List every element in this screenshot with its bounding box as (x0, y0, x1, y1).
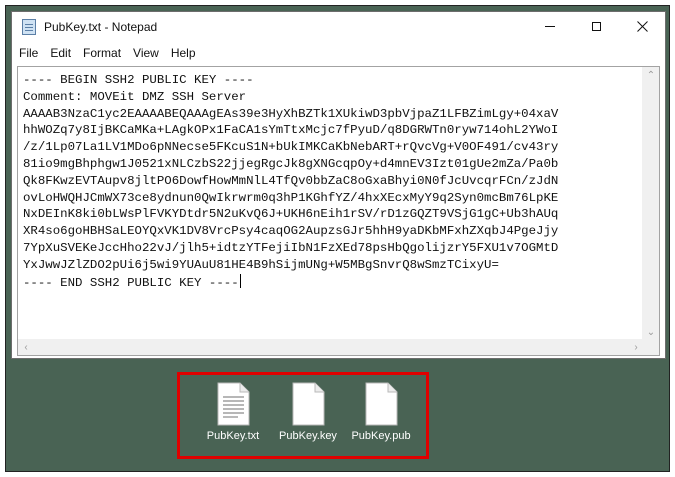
file-label: PubKey.pub (351, 430, 411, 442)
menu-help[interactable]: Help (165, 46, 202, 60)
scrollbar-corner (643, 339, 659, 355)
vertical-scrollbar[interactable]: ⌃ ⌄ (642, 67, 659, 340)
text-line: NxDEInK8ki0bLWsPlFVKYDtdr5N2uKvQ6J+UKH6n… (23, 207, 559, 222)
horizontal-scrollbar[interactable]: ‹ › (18, 339, 644, 355)
file-icon (292, 382, 325, 426)
text-file-icon (217, 382, 250, 426)
text-editor[interactable]: ---- BEGIN SSH2 PUBLIC KEY ---- Comment:… (17, 66, 660, 356)
text-line: AAAAB3NzaC1yc2EAAAABEQAAAgEAs39e3HyXhBZT… (23, 106, 559, 121)
maximize-icon (591, 22, 601, 31)
scroll-up-icon[interactable]: ⌃ (643, 67, 659, 83)
text-line: 7YpXuSVEKeJccHho22vJ/jlh5+idtzYTFejiIbN1… (23, 240, 559, 255)
notepad-icon (22, 18, 36, 35)
file-icon (365, 382, 398, 426)
text-line: 81io9mgBhphgw1J0521xNLCzbS22jjegRgcJk8gX… (23, 156, 559, 171)
maximize-button[interactable] (573, 12, 619, 41)
text-line: /z/1Lp07La1LV1MDo6pNNecse5FKcuS1N+bUkIMK… (23, 140, 559, 155)
text-line: YxJwwJZlZDO2pUi6j5wi9YUAuU81HE4B9hSijmUN… (23, 257, 499, 272)
menu-view[interactable]: View (127, 46, 165, 60)
desktop-file-key[interactable]: PubKey.key (268, 382, 348, 442)
text-line: XR4so6goHBHSaLEOYQxVK1DV8VrcPsy4caqOG2Au… (23, 224, 559, 239)
close-button[interactable] (619, 12, 665, 41)
menu-file[interactable]: File (12, 46, 44, 60)
text-line: Comment: MOVEit DMZ SSH Server (23, 89, 247, 104)
minimize-button[interactable] (527, 12, 573, 41)
close-icon (636, 21, 648, 32)
desktop-file-txt[interactable]: PubKey.txt (193, 382, 273, 442)
editor-content[interactable]: ---- BEGIN SSH2 PUBLIC KEY ---- Comment:… (18, 67, 644, 291)
scroll-left-icon[interactable]: ‹ (18, 339, 34, 355)
text-line: hhWOZq7y8IjBKCaMKa+LAgkOPx1FaCA1sYmTtxMc… (23, 123, 559, 138)
minimize-icon (545, 26, 555, 27)
window-title: PubKey.txt - Notepad (44, 19, 158, 34)
menu-bar: File Edit Format View Help (12, 43, 665, 63)
scroll-right-icon[interactable]: › (628, 339, 644, 355)
title-bar[interactable]: PubKey.txt - Notepad (12, 12, 665, 41)
notepad-window: PubKey.txt - Notepad File Edit Format Vi… (11, 11, 666, 359)
text-line: ---- BEGIN SSH2 PUBLIC KEY ---- (23, 73, 254, 87)
file-label: PubKey.txt (206, 430, 260, 442)
desktop-file-pub[interactable]: PubKey.pub (341, 382, 421, 442)
text-area[interactable]: ---- BEGIN SSH2 PUBLIC KEY ---- Comment:… (18, 67, 644, 340)
text-line: Qk8FKwzEVTAupv8jltPO6DowfHowMmNlL4TfQv0b… (23, 173, 559, 188)
menu-edit[interactable]: Edit (44, 46, 77, 60)
menu-format[interactable]: Format (77, 46, 127, 60)
text-line: ovLoHWQHJCmWX73ce8ydnun0QwIkrwrm0q3hP1KG… (23, 190, 559, 205)
scroll-down-icon[interactable]: ⌄ (643, 324, 659, 340)
file-label: PubKey.key (279, 430, 337, 442)
text-line: ---- END SSH2 PUBLIC KEY ---- (23, 275, 239, 290)
screenshot-frame: PubKey.txt - Notepad File Edit Format Vi… (5, 5, 670, 472)
text-caret (239, 273, 241, 288)
